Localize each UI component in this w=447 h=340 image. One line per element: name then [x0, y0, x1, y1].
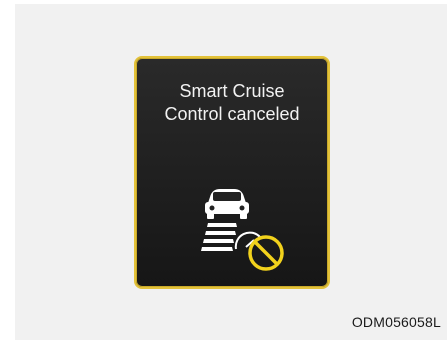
cancel-icon [248, 235, 284, 271]
warning-message: Smart Cruise Control canceled [136, 80, 328, 126]
distance-bars-icon [201, 223, 237, 251]
message-line-2: Control canceled [164, 104, 300, 124]
message-line-1: Smart Cruise [179, 81, 285, 101]
smart-cruise-control-cancel-icon [200, 185, 300, 275]
cluster-display-screen: Smart Cruise Control canceled [134, 56, 330, 289]
figure-code: ODM056058L [351, 314, 441, 330]
